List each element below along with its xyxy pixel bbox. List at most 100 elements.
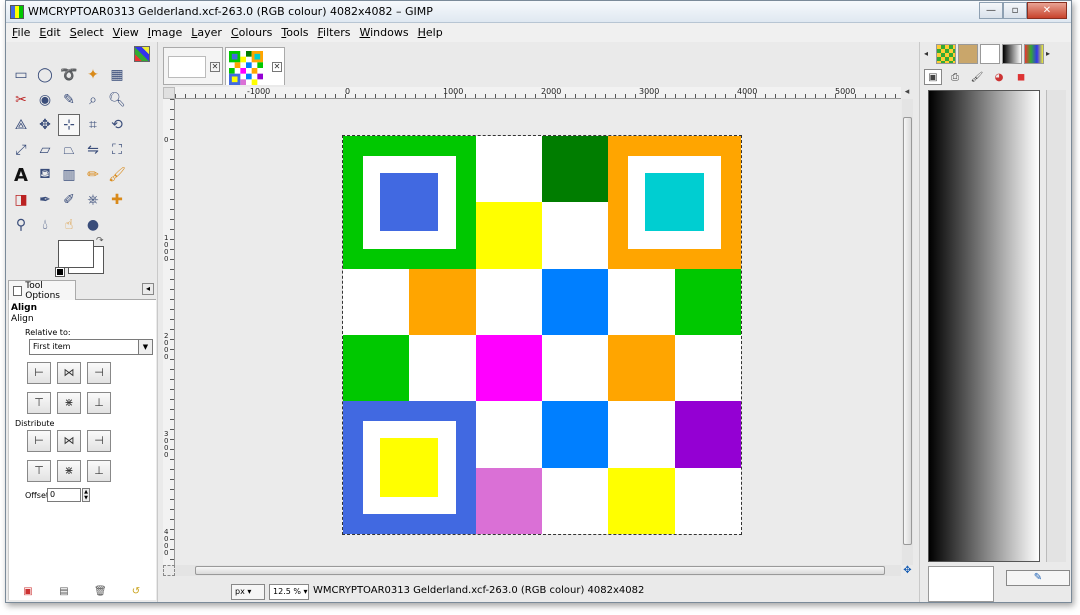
foreground-color-swatch[interactable] <box>58 240 94 268</box>
minimize-button[interactable]: — <box>979 2 1003 19</box>
bucket-fill-icon[interactable]: ⛾ <box>34 164 56 186</box>
close-button[interactable]: ✕ <box>1027 2 1067 19</box>
distribute-center-button[interactable]: ⋈ <box>57 430 81 452</box>
printer-icon[interactable]: ⎙ <box>946 69 964 85</box>
clone-icon[interactable]: ⎈ <box>82 189 104 211</box>
align-bottom-button[interactable]: ⊥ <box>87 392 111 414</box>
ink-icon[interactable]: ✐ <box>58 189 80 211</box>
quick-mask-toggle[interactable] <box>163 565 175 576</box>
restore-options-icon[interactable]: ▤ <box>58 586 70 598</box>
align-icon[interactable]: ⊹ <box>58 114 80 136</box>
horizontal-ruler[interactable]: -1000 0 1000 2000 3000 4000 5000 <box>175 87 901 99</box>
offset-input[interactable]: 0 <box>47 488 81 502</box>
heal-icon[interactable]: ✚ <box>106 189 128 211</box>
menu-edit[interactable]: Edit <box>39 26 60 39</box>
vertical-ruler[interactable]: 0 1000 2000 3000 4000 <box>163 99 175 565</box>
edit-gradient-button[interactable]: ✎ <box>1006 570 1070 586</box>
navigate-icon[interactable]: ✥ <box>902 565 913 576</box>
menu-file[interactable]: File <box>12 26 30 39</box>
align-center-button[interactable]: ⋈ <box>57 362 81 384</box>
ruler-corner[interactable] <box>163 87 175 99</box>
measure-icon[interactable]: ⟁ <box>10 114 32 136</box>
align-top-button[interactable]: ⊤ <box>27 392 51 414</box>
color-palette-icon[interactable] <box>134 46 150 62</box>
pencil-icon[interactable]: ✏ <box>82 164 104 186</box>
zoom-icon-top[interactable] <box>130 64 152 86</box>
horizontal-scrollbar[interactable] <box>175 565 901 576</box>
tool-options-tab[interactable]: Tool Options <box>8 280 76 301</box>
align-left-button[interactable]: ⊢ <box>27 362 51 384</box>
palette-icon[interactable]: ◼ <box>1012 69 1030 85</box>
align-right-button[interactable]: ⊣ <box>87 362 111 384</box>
free-select-icon[interactable]: ➰ <box>58 64 80 86</box>
smudge-icon[interactable]: ☝ <box>58 214 80 236</box>
scissors-select-icon[interactable]: ✂ <box>10 89 32 111</box>
foreground-select-icon[interactable]: ◉ <box>34 89 56 111</box>
cage-icon[interactable]: ⛶ <box>106 139 128 161</box>
unit-select[interactable]: px ▾ <box>231 584 265 600</box>
move-icon[interactable]: ✥ <box>34 114 56 136</box>
fuzzy-select-icon[interactable]: ✦ <box>82 64 104 86</box>
color-wheel-icon[interactable]: ◕ <box>990 69 1008 85</box>
paintbrush-icon[interactable]: 🖌︎ <box>968 69 986 85</box>
paintbrush-icon[interactable]: 🖌︎ <box>106 164 128 186</box>
distribute-middle-button[interactable]: ⋇ <box>57 460 81 482</box>
menu-select[interactable]: Select <box>70 26 104 39</box>
palette-tab[interactable] <box>1024 44 1044 64</box>
rotate-icon[interactable]: ⟲ <box>106 114 128 136</box>
pattern-tab[interactable] <box>936 44 956 64</box>
menu-view[interactable]: View <box>113 26 139 39</box>
ellipse-select-icon[interactable]: ◯ <box>34 64 56 86</box>
gradient-tab[interactable] <box>1002 44 1022 64</box>
vertical-scrollbar[interactable] <box>902 99 913 565</box>
zoom-icon[interactable]: 🔍︎ <box>106 89 128 111</box>
chevron-right-icon[interactable]: ▸ <box>1046 44 1056 64</box>
scale-icon[interactable]: ⤢ <box>10 139 32 161</box>
blur-icon[interactable]: 💧︎ <box>34 214 56 236</box>
text-icon[interactable]: A <box>10 164 32 186</box>
menu-layer[interactable]: Layer <box>191 26 222 39</box>
distribute-right-button[interactable]: ⊣ <box>87 430 111 452</box>
reset-colors-icon[interactable] <box>55 267 65 277</box>
offset-spin-button[interactable]: ▲ ▼ <box>82 488 90 502</box>
dodge-burn-icon[interactable]: ● <box>82 214 104 236</box>
zoom-select[interactable]: 12.5 % ▾ <box>269 584 309 600</box>
eraser-icon[interactable]: ◨ <box>10 189 32 211</box>
airbrush-icon[interactable]: ✒ <box>34 189 56 211</box>
menu-help[interactable]: Help <box>418 26 443 39</box>
menu-arrow-icon[interactable]: ◂ <box>901 87 913 99</box>
menu-image[interactable]: Image <box>148 26 182 39</box>
tab-menu-icon[interactable]: ◂ <box>142 283 154 295</box>
save-options-icon[interactable]: ▣ <box>22 586 34 598</box>
chevron-left-icon[interactable]: ◂ <box>924 44 934 64</box>
distribute-top-button[interactable]: ⊤ <box>27 460 51 482</box>
layers-tab[interactable] <box>980 44 1000 64</box>
close-icon[interactable]: ✕ <box>272 62 282 72</box>
relative-to-select[interactable]: First item ▼ <box>29 339 153 355</box>
by-color-select-icon[interactable]: ▦ <box>106 64 128 86</box>
perspective-icon[interactable]: ⏢ <box>58 139 80 161</box>
blend-icon[interactable]: ▥ <box>58 164 80 186</box>
brush-tab[interactable] <box>958 44 978 64</box>
paths-icon[interactable]: ✎ <box>58 89 80 111</box>
delete-options-icon[interactable]: 🗑︎ <box>94 586 107 598</box>
menu-filters[interactable]: Filters <box>318 26 351 39</box>
image-content[interactable] <box>342 135 742 535</box>
vertical-scroll-thumb[interactable] <box>903 117 912 545</box>
align-middle-button[interactable]: ⋇ <box>57 392 81 414</box>
image-tab-blank[interactable]: ✕ <box>163 47 223 85</box>
image-mode-icon[interactable]: ▣ <box>924 69 942 85</box>
crop-icon[interactable]: ⌗ <box>82 114 104 136</box>
image-canvas[interactable] <box>175 99 901 565</box>
rect-select-icon[interactable]: ▭ <box>10 64 32 86</box>
gradient-preview[interactable] <box>928 90 1040 562</box>
horizontal-scroll-thumb[interactable] <box>195 566 885 575</box>
perspective-clone-icon[interactable]: ⚲ <box>10 214 32 236</box>
flip-icon[interactable]: ⇋ <box>82 139 104 161</box>
menu-colours[interactable]: Colours <box>231 26 272 39</box>
color-picker-icon[interactable]: ⌕ <box>82 89 104 111</box>
shear-icon[interactable]: ▱ <box>34 139 56 161</box>
menu-tools[interactable]: Tools <box>281 26 308 39</box>
distribute-left-button[interactable]: ⊢ <box>27 430 51 452</box>
image-tab-active[interactable]: ✕ <box>225 47 285 85</box>
